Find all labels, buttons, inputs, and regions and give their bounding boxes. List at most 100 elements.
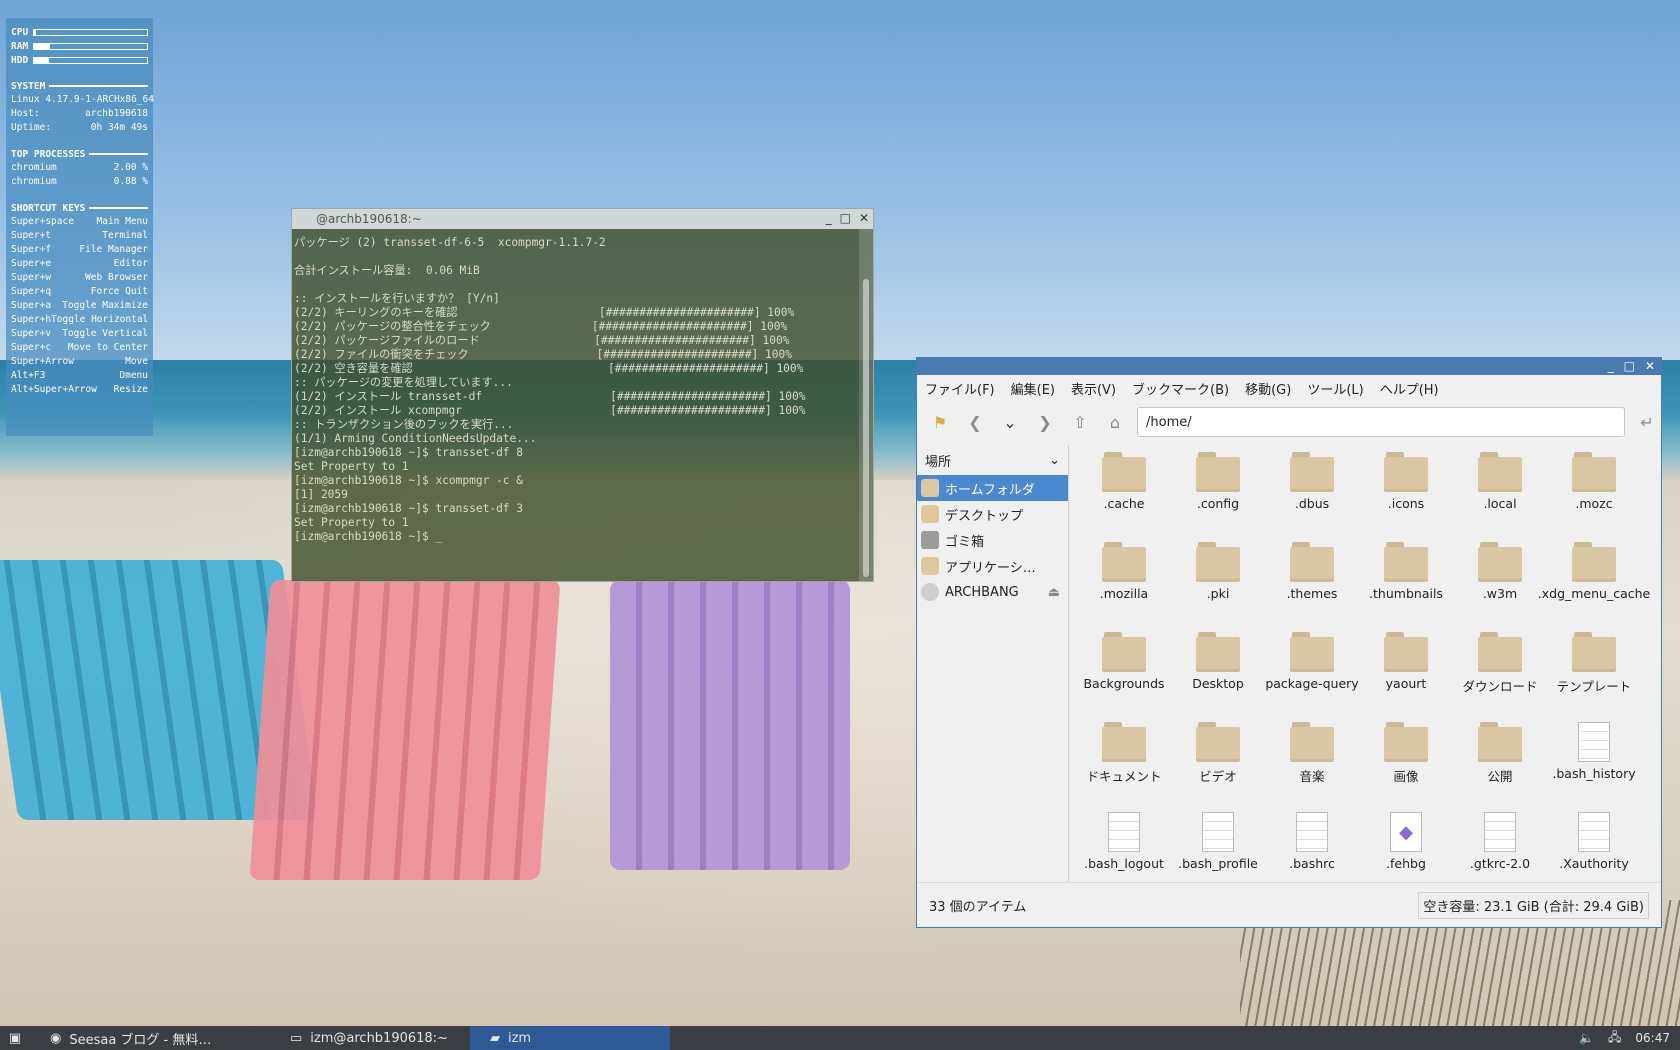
path-input[interactable]: /home/ bbox=[1137, 407, 1625, 437]
menu-item[interactable]: 表示(V) bbox=[1071, 379, 1116, 398]
file-item[interactable]: .mozc bbox=[1547, 452, 1641, 542]
file-item[interactable]: .mozilla bbox=[1077, 542, 1171, 632]
up-icon[interactable]: ⇧ bbox=[1067, 409, 1093, 435]
file-item[interactable]: ドキュメント bbox=[1077, 722, 1171, 812]
file-item[interactable]: .dbus bbox=[1265, 452, 1359, 542]
conky-row: Super+f File Manager bbox=[11, 243, 148, 257]
menu-item[interactable]: ブックマーク(B) bbox=[1132, 379, 1229, 398]
file-item[interactable]: .icons bbox=[1359, 452, 1453, 542]
file-manager-window[interactable]: _ □ ✕ ファイル(F) 編集(E) 表示(V) ブックマーク(B) 移動(G) ツール… bbox=[916, 357, 1662, 928]
menu-item[interactable]: ファイル(F) bbox=[925, 379, 995, 398]
file-item[interactable]: Backgrounds bbox=[1077, 632, 1171, 722]
close-icon[interactable]: ✕ bbox=[1645, 358, 1655, 375]
minimize-icon[interactable]: _ bbox=[1608, 358, 1614, 375]
menu-item[interactable]: 移動(G) bbox=[1245, 379, 1291, 398]
new-tab-icon[interactable]: ⚑ bbox=[927, 409, 953, 435]
file-item[interactable]: .gtkrc-2.0 bbox=[1453, 812, 1547, 883]
conky-row: Super+w Web Browser bbox=[11, 271, 148, 285]
terminal-line: :: トランザクション後のフックを実行... bbox=[294, 418, 514, 431]
conky-row-key: Super+h bbox=[11, 314, 52, 325]
terminal-titlebar[interactable]: @archb190618:~ _ □ ✕ bbox=[292, 209, 873, 229]
file-item[interactable]: .bash_logout bbox=[1077, 812, 1171, 883]
clock[interactable]: 06:47 bbox=[1635, 1031, 1670, 1045]
file-item[interactable]: ビデオ bbox=[1171, 722, 1265, 812]
places-header[interactable]: 場所 ⌄ bbox=[917, 445, 1068, 475]
minimize-icon[interactable]: _ bbox=[826, 211, 832, 225]
home-folder-icon bbox=[921, 479, 939, 497]
conky-row-key: Super+c bbox=[11, 342, 52, 353]
file-item[interactable]: ◆ .fehbg bbox=[1359, 812, 1453, 883]
go-icon[interactable]: ↵ bbox=[1634, 409, 1660, 435]
places-item[interactable]: アプリケーシ… bbox=[917, 553, 1068, 579]
file-item[interactable]: ダウンロード bbox=[1453, 632, 1547, 722]
menu-icon[interactable]: ▣ bbox=[0, 1026, 30, 1050]
file-item[interactable]: .config bbox=[1171, 452, 1265, 542]
places-item[interactable]: ARCHBANG ⏏ bbox=[917, 579, 1068, 605]
file-item[interactable]: テンプレート bbox=[1547, 632, 1641, 722]
file-item-name: ドキュメント bbox=[1086, 769, 1162, 784]
taskbar-task[interactable]: ▭ izm@archb190618:~ bbox=[270, 1026, 470, 1050]
conky-row: Super+space Main Menu bbox=[11, 215, 148, 229]
conky-row-key: Alt+Super+Arrow bbox=[11, 384, 97, 395]
file-item-name: .fehbg bbox=[1386, 856, 1426, 871]
menu-item[interactable]: ヘルプ(H) bbox=[1380, 379, 1439, 398]
file-manager-titlebar[interactable]: _ □ ✕ bbox=[917, 358, 1661, 375]
home-icon[interactable]: ⌂ bbox=[1102, 409, 1128, 435]
terminal-window[interactable]: @archb190618:~ _ □ ✕ パッケージ (2) transset-… bbox=[291, 208, 874, 582]
file-item[interactable]: .xdg_menu_cache bbox=[1538, 542, 1650, 632]
history-dropdown-icon[interactable]: ⌄ bbox=[997, 409, 1023, 435]
conky-row-value: Toggle Maximize bbox=[62, 300, 148, 311]
conky-row: chromium 0.88 % bbox=[11, 175, 148, 189]
taskbar-task[interactable]: ▰ izm bbox=[470, 1026, 670, 1050]
places-item[interactable]: デスクトップ bbox=[917, 501, 1068, 527]
conky-bar-hdd: HDD bbox=[11, 53, 148, 67]
volume-icon[interactable]: 🔈 bbox=[1579, 1031, 1594, 1045]
file-item-name: .thumbnails bbox=[1369, 586, 1443, 601]
conky-row: Host: archb190618 bbox=[11, 107, 148, 121]
file-item[interactable]: .bash_profile bbox=[1171, 812, 1265, 883]
terminal-line: [izm@archb190618 ~]$ transset-df 3 bbox=[294, 502, 524, 515]
folder-body bbox=[1478, 637, 1522, 672]
close-icon[interactable]: ✕ bbox=[859, 211, 869, 225]
terminal-output[interactable]: パッケージ (2) transset-df-6-5 xcompmgr-1.1.7… bbox=[292, 229, 859, 581]
back-icon[interactable]: ❮ bbox=[962, 409, 988, 435]
file-item-name: .w3m bbox=[1482, 586, 1518, 601]
menu-item[interactable]: ツール(L) bbox=[1307, 379, 1363, 398]
maximize-icon[interactable]: □ bbox=[840, 211, 851, 225]
file-item[interactable]: .Xauthority bbox=[1547, 812, 1641, 883]
conky-row: Super+a Toggle Maximize bbox=[11, 299, 148, 313]
chevron-down-icon[interactable]: ⌄ bbox=[1049, 453, 1060, 468]
eject-icon[interactable]: ⏏ bbox=[1048, 585, 1060, 600]
file-item[interactable]: package-query bbox=[1265, 632, 1359, 722]
folder-icon bbox=[1290, 632, 1334, 672]
file-item[interactable]: .local bbox=[1453, 452, 1547, 542]
file-item-name: .pki bbox=[1206, 586, 1230, 601]
terminal-scrollbar[interactable] bbox=[859, 229, 873, 581]
file-item[interactable]: .w3m bbox=[1453, 542, 1547, 632]
taskbar-task[interactable]: ◉ Seesaa ブログ - 無料… bbox=[30, 1026, 270, 1050]
file-item[interactable]: Desktop bbox=[1171, 632, 1265, 722]
file-item[interactable]: .bash_history bbox=[1547, 722, 1641, 812]
file-item-name: .bash_profile bbox=[1178, 856, 1258, 871]
conky-row-value: File Manager bbox=[79, 244, 148, 255]
file-item[interactable]: .thumbnails bbox=[1359, 542, 1453, 632]
file-item[interactable]: 公開 bbox=[1453, 722, 1547, 812]
file-item-name: Backgrounds bbox=[1083, 676, 1165, 691]
file-item[interactable]: yaourt bbox=[1359, 632, 1453, 722]
file-item[interactable]: 音楽 bbox=[1265, 722, 1359, 812]
file-item[interactable]: .bashrc bbox=[1265, 812, 1359, 883]
file-item[interactable]: .cache bbox=[1077, 452, 1171, 542]
menu-item[interactable]: 編集(E) bbox=[1011, 379, 1055, 398]
file-item[interactable]: 画像 bbox=[1359, 722, 1453, 812]
places-item[interactable]: ゴミ箱 bbox=[917, 527, 1068, 553]
places-item[interactable]: ホームフォルダ bbox=[917, 475, 1068, 501]
forward-icon[interactable]: ❯ bbox=[1032, 409, 1058, 435]
folder-body bbox=[1478, 457, 1522, 492]
taskbar-task-label: Seesaa ブログ - 無料… bbox=[69, 1032, 212, 1048]
file-item[interactable]: .themes bbox=[1265, 542, 1359, 632]
file-item[interactable]: .pki bbox=[1171, 542, 1265, 632]
file-item-name: .icons bbox=[1387, 496, 1425, 511]
maximize-icon[interactable]: □ bbox=[1624, 358, 1635, 375]
folder-body bbox=[1290, 547, 1334, 582]
network-icon[interactable]: 🖧 bbox=[1608, 1028, 1621, 1049]
